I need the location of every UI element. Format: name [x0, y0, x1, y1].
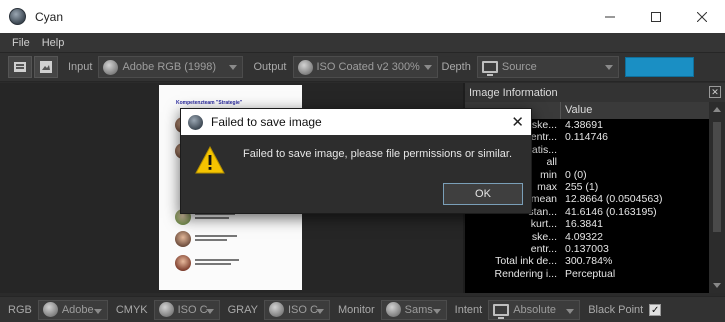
- profile-icon: [385, 302, 401, 317]
- row-value: [561, 156, 565, 168]
- dialog-title: Failed to save image: [211, 115, 322, 129]
- row-value: 255 (1): [565, 180, 599, 193]
- row-value: 0 (0): [565, 168, 587, 181]
- black-point-label: Black Point: [588, 303, 644, 316]
- app-logo-icon: [9, 8, 26, 25]
- row-value: 16.3841: [565, 218, 603, 231]
- open-image-button[interactable]: [8, 56, 32, 78]
- row-value: 0.114746: [565, 131, 609, 144]
- row-value: 4.38691: [565, 119, 603, 131]
- accent-action-button[interactable]: [624, 57, 694, 77]
- profile-icon: [158, 302, 174, 317]
- rgb-label: RGB: [8, 303, 32, 316]
- intent-label: Intent: [454, 303, 483, 316]
- row-value: 4.09322: [565, 230, 603, 243]
- black-point-checkbox[interactable]: ✓: [649, 303, 662, 316]
- toolbar: Input Adobe RGB (1998) Output ISO Coated…: [0, 52, 725, 82]
- error-dialog: Failed to save image ✕ Failed to save im…: [180, 108, 532, 214]
- panel-close-icon[interactable]: ✕: [709, 86, 721, 98]
- chevron-down-icon: [229, 65, 238, 70]
- table-row: Total ink de... 300.784%: [465, 255, 709, 267]
- window-controls: [587, 0, 725, 33]
- status-bar: RGB Adobe CMYK ISO C GRAY ISO C Monitor …: [0, 296, 725, 322]
- table-row: kurt... 16.3841: [465, 218, 709, 230]
- warning-icon: [195, 145, 225, 174]
- open-file-icon: [14, 62, 26, 72]
- save-image-icon: [40, 61, 52, 73]
- title-bar: Cyan: [0, 0, 725, 33]
- cmyk-label: CMYK: [115, 303, 148, 316]
- chevron-down-icon: [315, 308, 324, 314]
- rgb-profile-select[interactable]: Adobe: [37, 299, 108, 320]
- row-value: 300.784%: [565, 255, 613, 268]
- row-key: Rendering i...: [494, 267, 557, 280]
- row-key: entr...: [530, 242, 557, 255]
- row-value: 12.8664 (0.0504563): [565, 193, 663, 206]
- profile-icon: [103, 59, 119, 75]
- row-value: 41.6146 (0.163195): [565, 205, 657, 218]
- input-profile-select[interactable]: Adobe RGB (1998): [98, 56, 244, 78]
- ok-button[interactable]: OK: [443, 183, 523, 205]
- window-title: Cyan: [35, 9, 64, 24]
- chevron-down-icon: [432, 308, 441, 314]
- table-row: ske... 4.09322: [465, 231, 709, 243]
- gray-label: GRAY: [227, 303, 258, 316]
- panel-header: Image Information ✕: [465, 83, 725, 102]
- chevron-down-icon: [423, 65, 432, 70]
- row-value: Perceptual: [565, 267, 616, 280]
- table-row: entr... 0.137003: [465, 243, 709, 255]
- chevron-down-icon: [604, 65, 613, 70]
- scroll-thumb[interactable]: [713, 122, 721, 232]
- gray-profile-select[interactable]: ISO C: [263, 299, 330, 320]
- menu-bar: File Help: [0, 33, 725, 52]
- dialog-close-icon[interactable]: ✕: [511, 113, 524, 131]
- cyan-app-window: Cyan File Help Input Adobe RGB (1998) Ou…: [0, 0, 725, 322]
- monitor-label: Monitor: [337, 303, 375, 316]
- panel-title: Image Information: [469, 86, 558, 99]
- app-logo-icon: [188, 114, 203, 130]
- output-profile-select[interactable]: ISO Coated v2 300%: [292, 56, 438, 78]
- scroll-down-icon[interactable]: [713, 283, 721, 288]
- chevron-down-icon: [93, 308, 102, 314]
- monitor-profile-select[interactable]: Sams: [380, 299, 447, 320]
- row-value: 0.137003: [565, 242, 609, 255]
- dialog-message: Failed to save image, please file permis…: [243, 148, 513, 160]
- depth-label: Depth: [441, 61, 471, 73]
- profile-icon: [297, 59, 313, 75]
- monitor-icon: [481, 61, 498, 76]
- row-key: Total ink de...: [495, 255, 557, 268]
- column-header-value: Value: [565, 104, 593, 116]
- row-key: ske...: [531, 230, 557, 243]
- save-image-button[interactable]: [34, 56, 58, 78]
- menu-file[interactable]: File: [0, 37, 36, 49]
- input-label: Input: [68, 61, 93, 73]
- table-row: Rendering i... Perceptual: [465, 268, 709, 280]
- close-icon[interactable]: [679, 0, 725, 33]
- maximize-icon[interactable]: [633, 0, 679, 33]
- profile-icon: [268, 302, 284, 317]
- profile-icon: [42, 302, 58, 317]
- panel-scrollbar[interactable]: [709, 102, 725, 293]
- row-key: kurt...: [530, 218, 557, 231]
- dialog-title-bar: Failed to save image ✕: [181, 109, 531, 135]
- cmyk-profile-select[interactable]: ISO C: [153, 299, 220, 320]
- chevron-down-icon: [566, 308, 575, 314]
- output-label: Output: [253, 61, 287, 73]
- scroll-up-icon[interactable]: [713, 107, 721, 112]
- monitor-icon: [493, 303, 510, 319]
- chevron-down-icon: [205, 308, 214, 314]
- minimize-icon[interactable]: [587, 0, 633, 33]
- document-header: Kompetenzteam "Strategie": [176, 100, 243, 106]
- depth-select[interactable]: Source: [476, 56, 619, 78]
- menu-help[interactable]: Help: [36, 37, 71, 49]
- row-value: [561, 144, 565, 156]
- intent-select[interactable]: Absolute: [488, 299, 581, 320]
